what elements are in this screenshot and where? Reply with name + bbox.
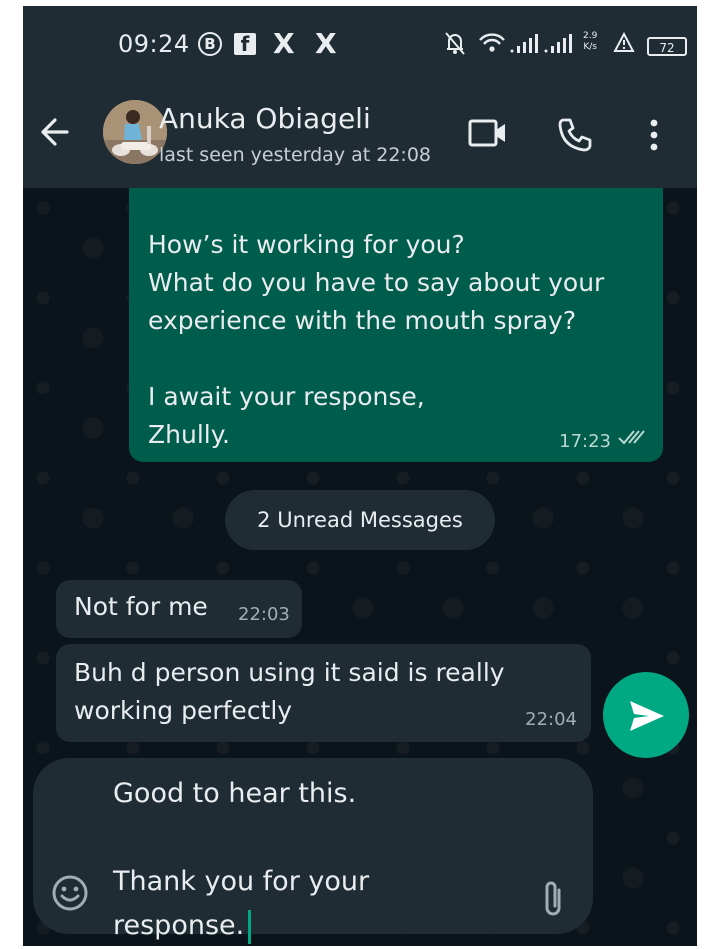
attach-icon[interactable] [539, 878, 567, 924]
input-line: response. [113, 910, 245, 941]
network-speed: 2.9 K/s [583, 31, 597, 53]
incoming-message-text: Not for me [74, 592, 208, 621]
b-circle-icon: B [198, 32, 222, 56]
message-time: 22:03 [238, 604, 290, 625]
signal-icon [544, 28, 576, 58]
incoming-message[interactable]: Not for me 22:03 [56, 580, 302, 638]
unread-messages-divider: 2 Unread Messages [225, 490, 495, 550]
video-call-icon[interactable] [468, 118, 508, 152]
message-input[interactable]: Good to hear this. Thank you for your re… [113, 772, 513, 946]
input-line: Good to hear this. [113, 778, 357, 809]
input-line: Thank you for your [113, 866, 370, 897]
last-seen-status: last seen yesterday at 22:08 [159, 144, 431, 166]
incoming-message-text: Buh d person using it said is really wor… [74, 654, 505, 730]
phone-icon[interactable] [556, 116, 594, 158]
message-time: 22:04 [525, 709, 577, 730]
network-speed-value: 2.9 [583, 31, 598, 41]
status-bar: 09:24 B f X X 2.9 K/s 72 [23, 6, 697, 84]
alert-icon [613, 28, 635, 58]
outgoing-message-text: How’s it working for you? What do you ha… [148, 226, 604, 454]
message-time: 17:23 [559, 431, 611, 452]
message-line [148, 340, 604, 378]
x-icon: X [273, 26, 295, 60]
incoming-message[interactable]: Buh d person using it said is really wor… [56, 644, 591, 742]
double-tick-icon [617, 428, 647, 450]
more-vert-icon[interactable] [647, 118, 661, 156]
message-line: I await your response, [148, 382, 425, 411]
message-line: What do you have to say about your [148, 268, 605, 297]
signal-icon [510, 28, 542, 58]
chat-header: Anuka Obiageli last seen yesterday at 22… [23, 84, 697, 188]
input-line [113, 816, 513, 860]
facebook-icon: f [234, 32, 256, 56]
x-icon: X [315, 26, 337, 60]
network-speed-unit: K/s [583, 42, 597, 52]
emoji-icon[interactable] [51, 874, 89, 916]
input-line-last: response. [113, 904, 513, 946]
send-button[interactable] [603, 672, 689, 758]
contact-name[interactable]: Anuka Obiageli [159, 102, 371, 135]
chat-area[interactable]: How’s it working for you? What do you ha… [23, 188, 697, 946]
text-caret [248, 909, 252, 944]
avatar[interactable] [103, 100, 167, 164]
back-arrow-icon[interactable] [35, 114, 71, 154]
message-line: How’s it working for you? [148, 230, 465, 259]
phone-screen: 09:24 B f X X 2.9 K/s 72 Anuka Obiageli … [23, 6, 697, 946]
message-line: working perfectly [74, 696, 293, 725]
message-line: Zhully. [148, 420, 230, 449]
battery-icon: 72 [647, 37, 687, 56]
message-composer[interactable]: Good to hear this. Thank you for your re… [33, 758, 593, 944]
send-icon [630, 701, 664, 731]
mute-icon [443, 28, 467, 58]
outgoing-message[interactable]: How’s it working for you? What do you ha… [129, 188, 663, 462]
status-time: 09:24 [118, 30, 190, 58]
message-line: Buh d person using it said is really [74, 658, 505, 687]
message-line: experience with the mouth spray? [148, 306, 577, 335]
wifi-icon [478, 28, 506, 58]
